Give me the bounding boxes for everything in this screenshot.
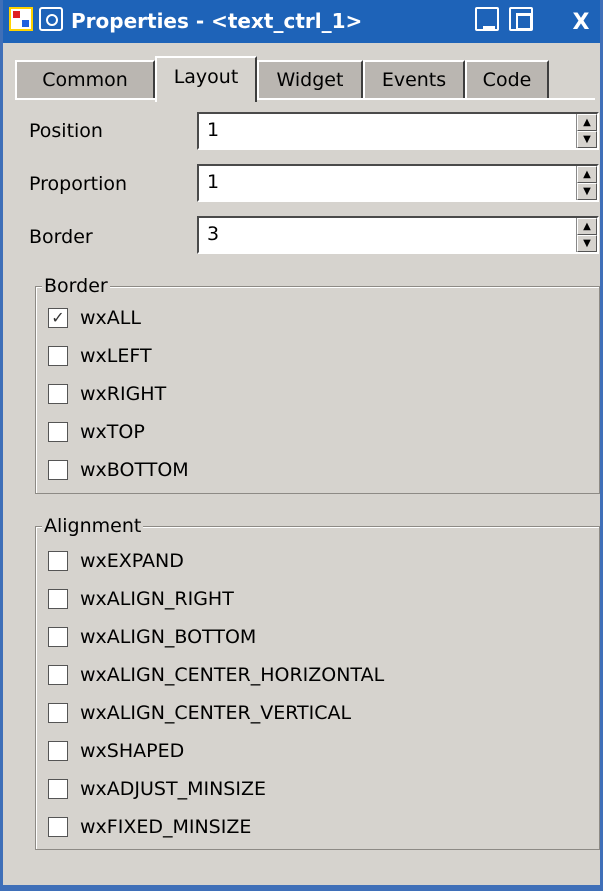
border-group: Border ✓ wxALL wxLEFT wxRIGHT wxTOP wxBO… — [35, 274, 600, 494]
checkbox-label: wxBOTTOM — [80, 459, 189, 481]
checkbox-icon[interactable] — [48, 665, 68, 685]
checkbox-label: wxFIXED_MINSIZE — [80, 816, 252, 838]
tab-common[interactable]: Common — [15, 60, 155, 100]
border-value[interactable]: 3 — [207, 223, 219, 245]
position-label: Position — [29, 120, 103, 142]
checkbox-icon[interactable] — [48, 627, 68, 647]
checkbox-label: wxRIGHT — [80, 383, 167, 405]
tab-code[interactable]: Code — [465, 60, 549, 100]
proportion-value[interactable]: 1 — [207, 171, 219, 193]
border-label: Border — [29, 226, 93, 248]
spin-up-icon[interactable]: ▲ — [577, 114, 597, 131]
checkbox-icon[interactable] — [48, 589, 68, 609]
proportion-spin-buttons: ▲ ▼ — [576, 166, 597, 200]
checkbox-icon[interactable] — [48, 779, 68, 799]
checkbox-label: wxALIGN_CENTER_VERTICAL — [80, 702, 352, 724]
checkbox-label: wxALIGN_CENTER_HORIZONTAL — [80, 664, 385, 686]
checkbox-icon[interactable] — [48, 384, 68, 404]
checkbox-label: wxTOP — [80, 421, 145, 443]
checkbox-checked-icon[interactable]: ✓ — [48, 308, 68, 328]
alignment-group-title: Alignment — [42, 514, 144, 538]
tab-events[interactable]: Events — [363, 60, 465, 100]
checkbox-label: wxALIGN_BOTTOM — [80, 626, 257, 648]
checkbox-icon[interactable] — [48, 460, 68, 480]
spin-down-icon[interactable]: ▼ — [577, 183, 597, 200]
window-bottom-border — [3, 885, 600, 888]
border-spin[interactable]: 3 ▲ ▼ — [197, 216, 599, 254]
position-spin-buttons: ▲ ▼ — [576, 114, 597, 148]
alignment-group: Alignment wxEXPAND wxALIGN_RIGHT wxALIGN… — [35, 514, 600, 850]
position-spin[interactable]: 1 ▲ ▼ — [197, 112, 599, 150]
checkbox-label: wxSHAPED — [80, 740, 185, 762]
checkbox-label: wxALIGN_RIGHT — [80, 588, 234, 610]
proportion-spin[interactable]: 1 ▲ ▼ — [197, 164, 599, 202]
spin-up-icon[interactable]: ▲ — [577, 218, 597, 235]
checkbox-icon[interactable] — [48, 703, 68, 723]
checkbox-label: wxALL — [80, 307, 141, 329]
position-value[interactable]: 1 — [207, 119, 219, 141]
proportion-label: Proportion — [29, 173, 128, 195]
checkbox-label: wxADJUST_MINSIZE — [80, 778, 266, 800]
tab-panel-edge — [15, 98, 595, 100]
spin-up-icon[interactable]: ▲ — [577, 166, 597, 183]
minimize-icon[interactable] — [475, 7, 499, 31]
checkbox-icon[interactable] — [48, 551, 68, 571]
spin-down-icon[interactable]: ▼ — [577, 235, 597, 252]
checkbox-icon[interactable] — [48, 741, 68, 761]
title-bar[interactable]: Properties - <text_ctrl_1> X — [3, 0, 600, 43]
checkbox-label: wxEXPAND — [80, 550, 184, 572]
app-icon — [9, 7, 33, 31]
checkbox-icon[interactable] — [48, 817, 68, 837]
maximize-icon[interactable] — [509, 7, 533, 31]
properties-window: Properties - <text_ctrl_1> X Common Layo… — [0, 0, 603, 891]
border-spin-buttons: ▲ ▼ — [576, 218, 597, 252]
checkbox-label: wxLEFT — [80, 345, 152, 367]
checkbox-icon[interactable] — [48, 346, 68, 366]
close-icon[interactable]: X — [569, 7, 593, 35]
checkbox-icon[interactable] — [48, 422, 68, 442]
window-title: Properties - <text_ctrl_1> — [71, 9, 363, 33]
tab-layout[interactable]: Layout — [155, 56, 257, 102]
border-group-title: Border — [42, 274, 110, 298]
window-menu-icon[interactable] — [39, 7, 63, 31]
tab-widget[interactable]: Widget — [257, 60, 363, 100]
spin-down-icon[interactable]: ▼ — [577, 131, 597, 148]
